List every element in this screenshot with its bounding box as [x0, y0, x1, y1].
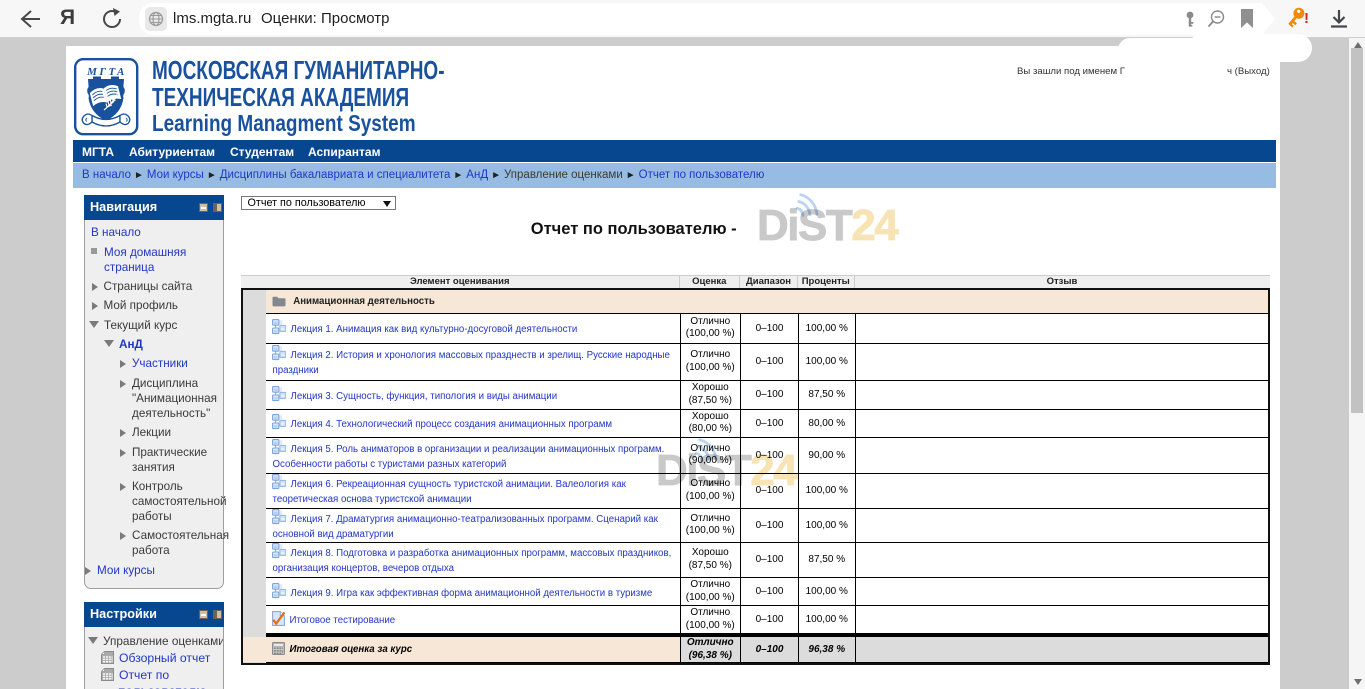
svg-text:МГТА: МГТА: [86, 66, 127, 78]
svg-text:!: !: [1304, 10, 1309, 27]
